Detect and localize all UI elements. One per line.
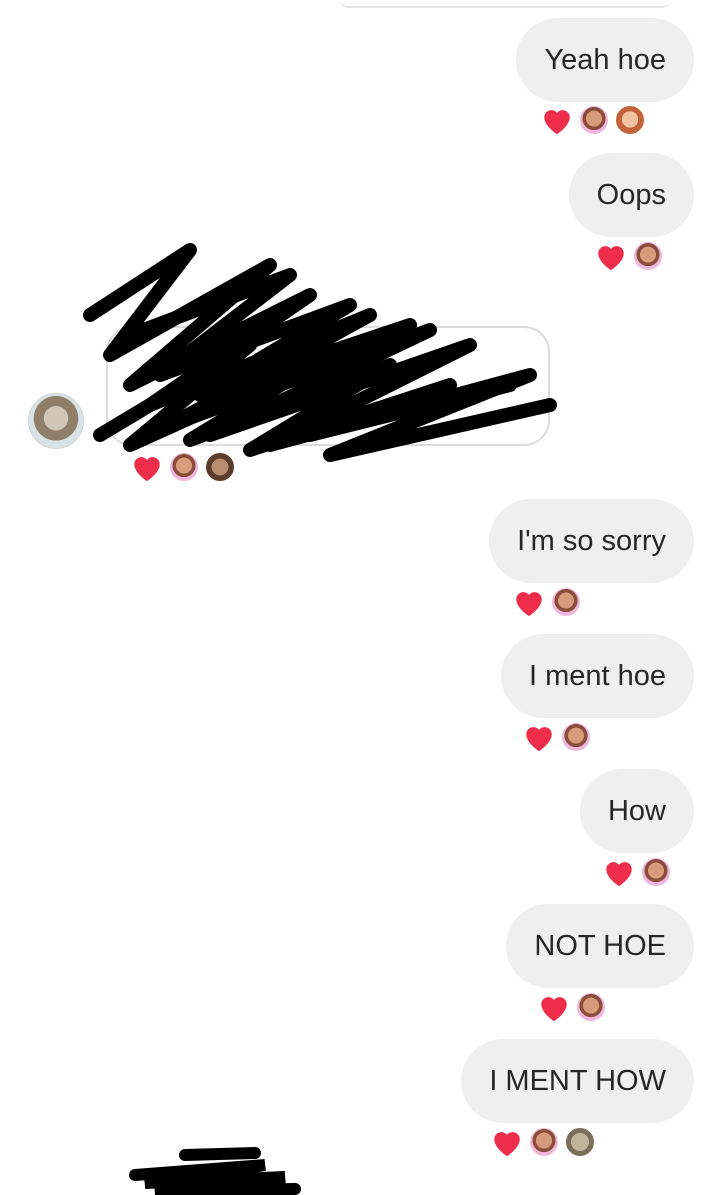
previous-message-edge	[340, 0, 670, 8]
reactions-row[interactable]	[537, 990, 607, 1024]
reactor-avatar	[528, 1126, 560, 1158]
reactor-avatar	[632, 240, 664, 272]
heart-icon	[494, 1132, 520, 1157]
reactions-row[interactable]	[130, 450, 236, 484]
reactions-row[interactable]	[490, 1125, 596, 1159]
reactor-avatar	[564, 1126, 596, 1158]
heart-icon	[134, 457, 160, 482]
reactions-row[interactable]	[540, 103, 646, 137]
reactor-avatar	[614, 104, 646, 136]
message-bubble[interactable]: I'm so sorry	[489, 499, 694, 583]
reactor-avatar	[578, 104, 610, 136]
shared-post-card[interactable]	[106, 326, 550, 446]
heart-icon	[541, 997, 567, 1022]
heart-icon	[526, 727, 552, 752]
heart-icon	[544, 110, 570, 135]
heart-icon	[516, 592, 542, 617]
heart-icon	[606, 862, 632, 887]
reactions-row[interactable]	[512, 585, 582, 619]
message-bubble[interactable]: Yeah hoe	[516, 18, 694, 102]
reactor-avatar	[168, 451, 200, 483]
heart-icon	[598, 246, 624, 271]
reactor-avatar	[560, 721, 592, 753]
reactor-avatar	[640, 856, 672, 888]
reactor-avatar	[204, 451, 236, 483]
message-bubble[interactable]: NOT HOE	[506, 904, 694, 988]
reactions-row[interactable]	[594, 239, 664, 273]
message-bubble[interactable]: I ment hoe	[500, 634, 694, 718]
message-bubble[interactable]: How	[579, 769, 694, 853]
reactions-row[interactable]	[602, 855, 672, 889]
message-bubble[interactable]: I MENT HOW	[461, 1039, 694, 1123]
redaction-scribble	[129, 1147, 301, 1195]
reactions-row[interactable]	[522, 720, 592, 754]
message-bubble[interactable]: Oops	[568, 153, 694, 237]
sender-avatar[interactable]	[28, 393, 84, 449]
reactor-avatar	[575, 991, 607, 1023]
reactor-avatar	[550, 586, 582, 618]
